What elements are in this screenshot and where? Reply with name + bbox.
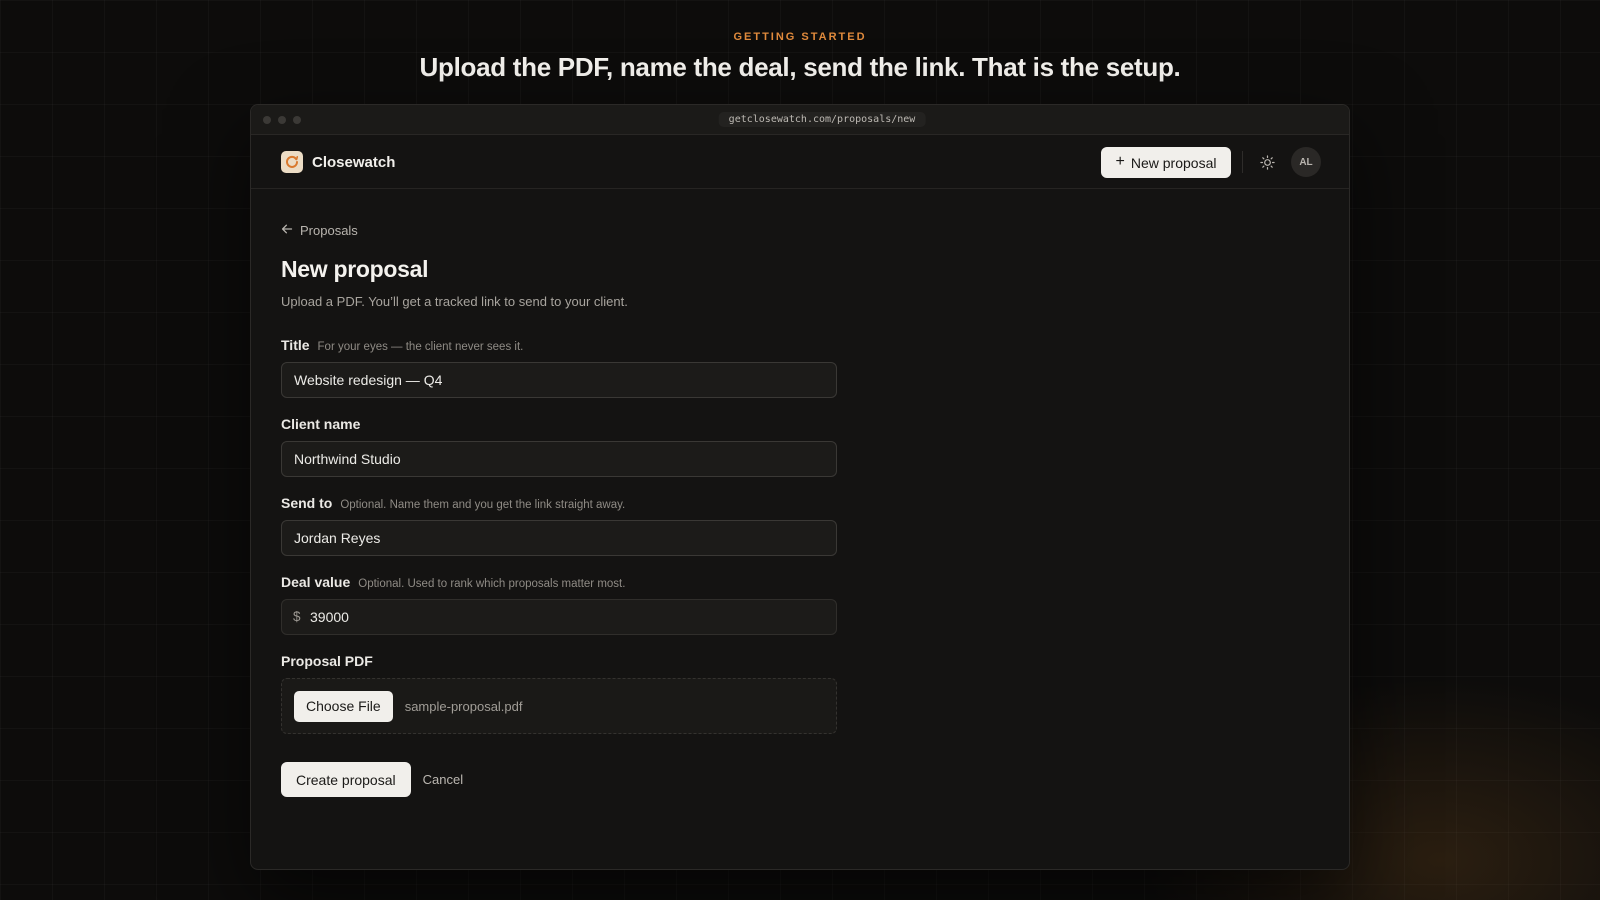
title-input[interactable]: [281, 362, 837, 398]
deal-value-input[interactable]: [281, 599, 837, 635]
proposal-pdf-label: Proposal PDF: [281, 653, 373, 669]
plus-icon: +: [1115, 153, 1125, 170]
closewatch-logo-icon: [281, 151, 303, 173]
title-field: Title For your eyes — the client never s…: [281, 337, 841, 398]
client-name-input[interactable]: [281, 441, 837, 477]
send-to-field: Send to Optional. Name them and you get …: [281, 495, 841, 556]
address-bar[interactable]: getclosewatch.com/proposals/new: [718, 112, 926, 127]
choose-file-button[interactable]: Choose File: [294, 690, 393, 722]
brand-name: Closewatch: [312, 153, 396, 171]
maximize-dot[interactable]: [293, 116, 301, 124]
title-hint: For your eyes — the client never sees it…: [317, 341, 524, 353]
app-header: Closewatch + New proposal AL: [251, 135, 1349, 189]
close-dot[interactable]: [263, 116, 271, 124]
title-label: Title: [281, 337, 310, 353]
page-subtitle: Upload a PDF. You’ll get a tracked link …: [281, 294, 628, 309]
create-proposal-button[interactable]: Create proposal: [281, 762, 411, 797]
new-proposal-button[interactable]: + New proposal: [1101, 147, 1231, 178]
client-name-field: Client name: [281, 416, 841, 477]
arrow-left-icon: [281, 223, 293, 238]
back-link-label: Proposals: [300, 223, 358, 238]
brand[interactable]: Closewatch: [281, 151, 395, 173]
selected-file-name: sample-proposal.pdf: [404, 698, 523, 714]
cancel-link[interactable]: Cancel: [423, 772, 463, 787]
minimize-dot[interactable]: [278, 116, 286, 124]
new-proposal-form: Proposals New proposal Upload a PDF. You…: [281, 223, 841, 797]
theme-toggle-sun-icon[interactable]: [1256, 151, 1278, 173]
browser-window: getclosewatch.com/proposals/new Closewat…: [250, 104, 1350, 870]
proposal-pdf-field: Proposal PDF Choose File sample-proposal…: [281, 653, 841, 734]
currency-symbol: $: [293, 609, 301, 624]
intro-eyebrow: GETTING STARTED: [733, 31, 867, 43]
client-name-label: Client name: [281, 416, 361, 432]
deal-value-label: Deal value: [281, 574, 351, 590]
intro-headline: Upload the PDF, name the deal, send the …: [419, 52, 1181, 82]
back-to-proposals-link[interactable]: Proposals: [281, 223, 358, 238]
form-actions: Create proposal Cancel: [281, 762, 841, 797]
deal-value-field: Deal value Optional. Used to rank which …: [281, 574, 841, 635]
new-proposal-label: New proposal: [1130, 154, 1217, 171]
page-title: New proposal: [281, 256, 429, 282]
window-controls: [263, 116, 301, 124]
user-avatar[interactable]: AL: [1291, 147, 1321, 177]
file-upload-dropzone[interactable]: Choose File sample-proposal.pdf: [281, 678, 837, 734]
browser-titlebar: getclosewatch.com/proposals/new: [251, 105, 1349, 135]
send-to-label: Send to: [281, 495, 333, 511]
send-to-hint: Optional. Name them and you get the link…: [340, 499, 626, 511]
header-divider: [1242, 151, 1243, 173]
deal-value-hint: Optional. Used to rank which proposals m…: [358, 578, 626, 590]
send-to-input[interactable]: [281, 520, 837, 556]
